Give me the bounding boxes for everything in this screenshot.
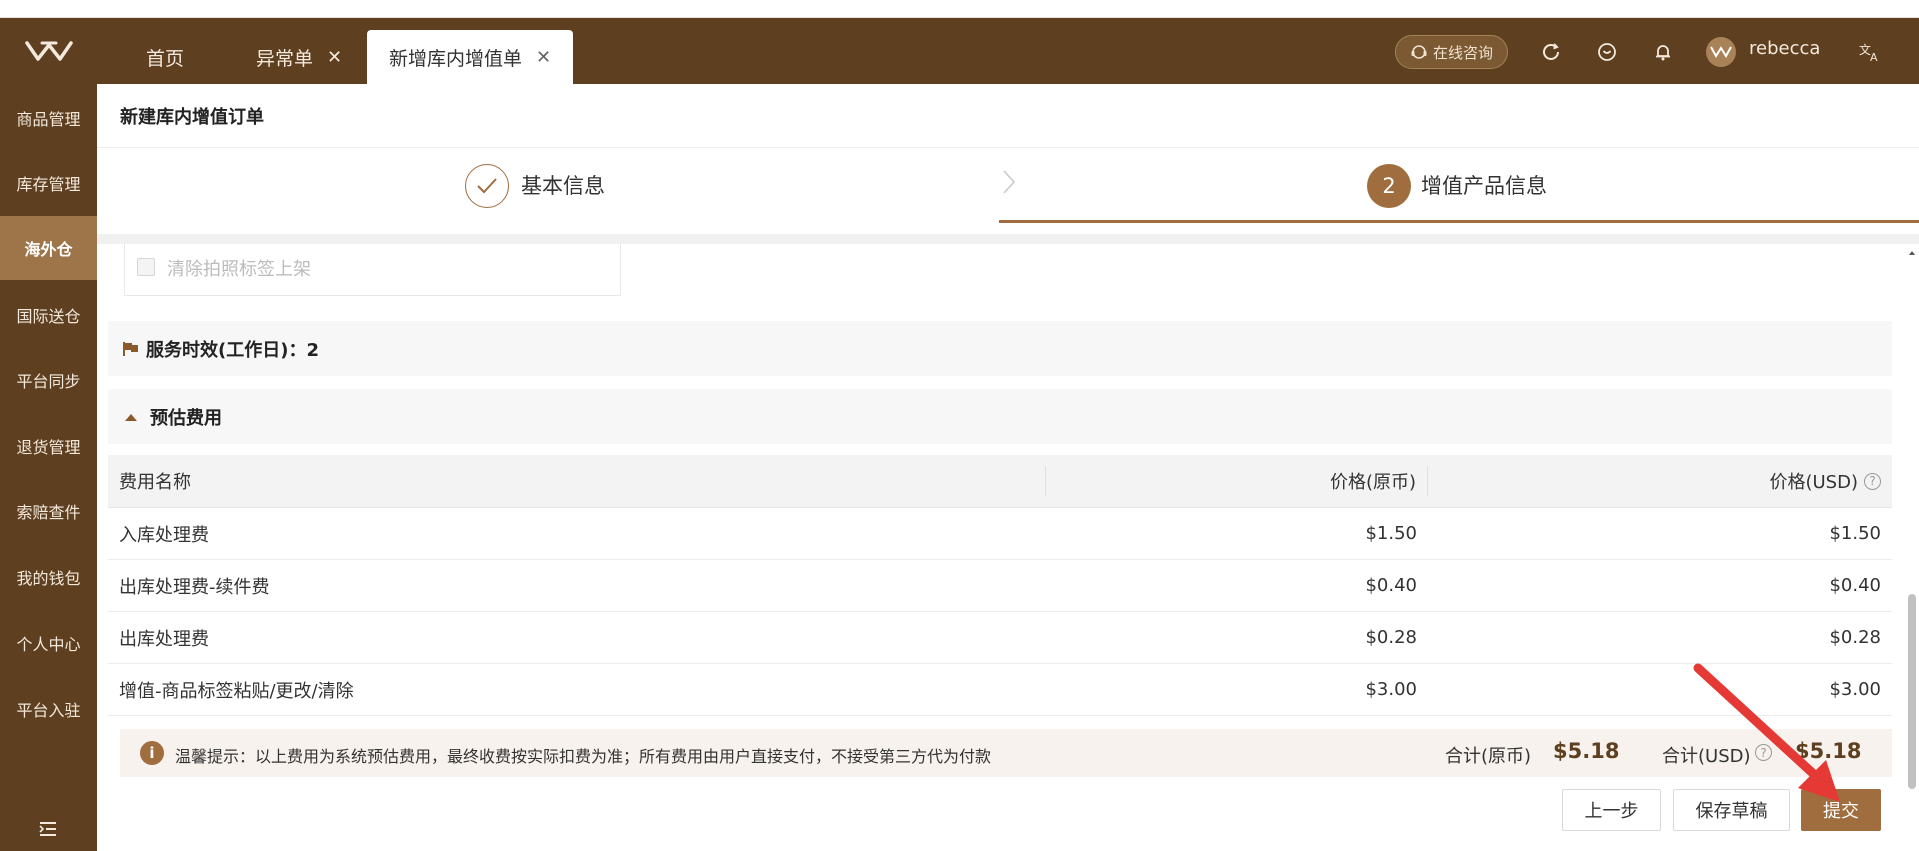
fee-name-cell: 增值-商品标签粘贴/更改/清除 [119, 680, 354, 702]
step-done-check-icon [465, 164, 509, 208]
service-time-section: 服务时效(工作日)：2 [108, 321, 1892, 376]
brand-logo[interactable] [0, 18, 97, 84]
close-icon[interactable]: ✕ [327, 47, 342, 68]
caret-up-icon[interactable] [124, 412, 138, 422]
refresh-icon[interactable] [1539, 40, 1563, 64]
online-consult-button[interactable]: 在线咨询 [1395, 35, 1508, 69]
table-row: 出库处理费-续件费 $0.40 $0.40 [108, 560, 1892, 612]
tab-active-label: 新增库内增值单 [389, 47, 523, 70]
logo-icon [24, 41, 73, 61]
total-original-label: 合计(原币) [1445, 746, 1532, 767]
clear-label-checkbox[interactable] [137, 258, 155, 276]
tab-new-value-added-order[interactable]: 新增库内增值单 ✕ [367, 30, 574, 84]
online-consult-label: 在线咨询 [1432, 43, 1493, 62]
table-row: 入库处理费 $1.50 $1.50 [108, 508, 1892, 560]
sidebar-item-label: 商品管理 [16, 110, 81, 129]
sidebar-item-returns[interactable]: 退货管理 [0, 414, 97, 478]
fee-name-cell: 入库处理费 [119, 524, 209, 546]
sidebar-item-label: 个人中心 [16, 635, 81, 654]
avatar-logo-icon [1710, 46, 1732, 58]
bell-icon[interactable] [1651, 40, 1675, 64]
step-1-label: 基本信息 [521, 174, 605, 198]
sidebar-item-inventory[interactable]: 库存管理 [0, 151, 97, 215]
close-icon[interactable]: ✕ [536, 47, 551, 68]
sidebar-item-platform-sync[interactable]: 平台同步 [0, 348, 97, 412]
step-2-label: 增值产品信息 [1421, 174, 1547, 198]
sidebar-item-label: 索赔查件 [16, 503, 81, 522]
sidebar-item-label: 国际送仓 [16, 307, 81, 326]
clear-label-checkbox-label: 清除拍照标签上架 [167, 259, 311, 280]
sidebar-item-products[interactable]: 商品管理 [0, 86, 97, 150]
menu-collapse-icon[interactable] [38, 820, 58, 838]
fee-table: 费用名称 价格(原币) 价格(USD)? 入库处理费 $1.50 $1.50 出… [108, 455, 1892, 716]
flag-icon [123, 341, 138, 356]
page-title-text: 新建库内增值订单 [120, 106, 264, 128]
svg-text:A: A [1870, 51, 1878, 63]
step-2-number: 2 [1367, 164, 1411, 208]
estimated-fee-title: 预估费用 [150, 407, 222, 429]
col-price-usd: 价格(USD)? [1428, 468, 1892, 494]
service-time-text: 服务时效(工作日)：2 [146, 339, 319, 361]
tab-home-label: 首页 [146, 47, 185, 70]
fee-name-cell: 出库处理费 [119, 628, 209, 650]
sidebar-item-intl-delivery[interactable]: 国际送仓 [0, 283, 97, 347]
sidebar-item-platform-join[interactable]: 平台入驻 [0, 677, 97, 741]
price-usd-cell: $3.00 [1829, 679, 1881, 700]
price-original-cell: $1.50 [1365, 523, 1417, 544]
sidebar-item-label: 库存管理 [16, 175, 81, 194]
total-usd-label: 合计(USD) [1662, 746, 1751, 767]
col-price-original: 价格(原币) [1046, 466, 1428, 496]
table-row: 出库处理费 $0.28 $0.28 [108, 612, 1892, 664]
col-fee-name: 费用名称 [108, 466, 1046, 496]
active-step-underline [999, 220, 1919, 223]
total-usd-value: $5.18 [1795, 739, 1862, 763]
sidebar-item-wallet[interactable]: 我的钱包 [0, 545, 97, 609]
tab-exception-orders[interactable]: 异常单 ✕ [256, 30, 342, 84]
avatar[interactable] [1706, 37, 1736, 67]
sidebar-item-label: 海外仓 [24, 240, 73, 259]
info-icon: i [140, 741, 164, 765]
translate-icon[interactable]: 文A [1858, 40, 1882, 64]
sidebar-item-label: 平台入驻 [16, 701, 81, 720]
tab-home[interactable]: 首页 [146, 30, 184, 84]
save-draft-button[interactable]: 保存草稿 [1673, 789, 1790, 831]
total-original-value: $5.18 [1553, 739, 1620, 763]
help-icon[interactable]: ? [1755, 744, 1772, 761]
price-original-cell: $0.28 [1365, 627, 1417, 648]
estimated-fee-section[interactable]: 预估费用 [108, 389, 1892, 444]
sidebar-item-label: 我的钱包 [16, 569, 81, 588]
headset-icon [1411, 45, 1427, 59]
table-header: 费用名称 价格(原币) 价格(USD)? [108, 455, 1892, 508]
help-icon[interactable]: ? [1864, 472, 1881, 490]
step-indicator: 基本信息 2 增值产品信息 [97, 148, 1919, 234]
sidebar-item-label: 退货管理 [16, 438, 81, 457]
previous-step-button[interactable]: 上一步 [1562, 789, 1661, 831]
sidebar-item-label: 平台同步 [16, 372, 81, 391]
page-title: 新建库内增值订单 [97, 84, 1919, 148]
sidebar-item-profile[interactable]: 个人中心 [0, 611, 97, 675]
col-price-original-label: 价格(原币) [1329, 472, 1416, 493]
username[interactable]: rebecca [1749, 38, 1820, 59]
col-price-usd-label: 价格(USD) [1769, 472, 1858, 493]
fee-tip-text: 温馨提示：以上费用为系统预估费用，最终收费按实际扣费为准；所有费用由用户直接支付… [175, 747, 992, 766]
scrollbar-thumb[interactable] [1908, 594, 1916, 789]
chevron-right-icon [1001, 168, 1017, 200]
tab-exception-label: 异常单 [256, 47, 314, 70]
heart-icon[interactable] [1595, 40, 1619, 64]
price-usd-cell: $1.50 [1829, 523, 1881, 544]
fee-name-cell: 出库处理费-续件费 [119, 576, 270, 598]
table-row: 增值-商品标签粘贴/更改/清除 $3.00 $3.00 [108, 664, 1892, 716]
sidebar-item-overseas-warehouse[interactable]: 海外仓 [0, 216, 97, 280]
sidebar-item-claims[interactable]: 索赔查件 [0, 479, 97, 543]
submit-button[interactable]: 提交 [1801, 789, 1881, 831]
browser-top-strip [0, 0, 1919, 18]
price-original-cell: $3.00 [1365, 679, 1417, 700]
section-divider [97, 234, 1919, 244]
price-usd-cell: $0.40 [1829, 575, 1881, 596]
price-original-cell: $0.40 [1365, 575, 1417, 596]
price-usd-cell: $0.28 [1829, 627, 1881, 648]
